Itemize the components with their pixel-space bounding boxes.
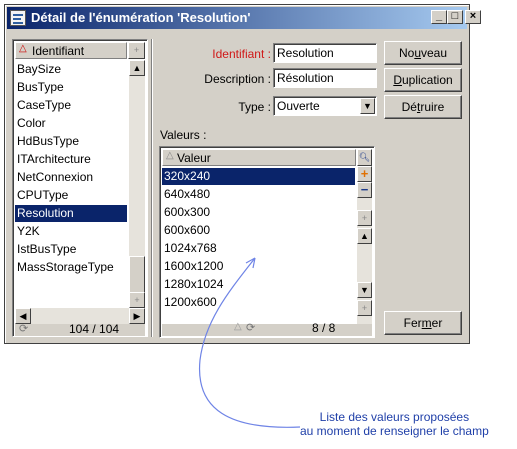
annotation-line-2: au moment de renseigner le champ: [300, 424, 489, 438]
annotation-arrow: [198, 257, 301, 428]
annotation-line-1: Liste des valeurs proposées: [319, 410, 470, 424]
annotation-caption: Liste des valeurs proposées au moment de…: [300, 410, 489, 438]
